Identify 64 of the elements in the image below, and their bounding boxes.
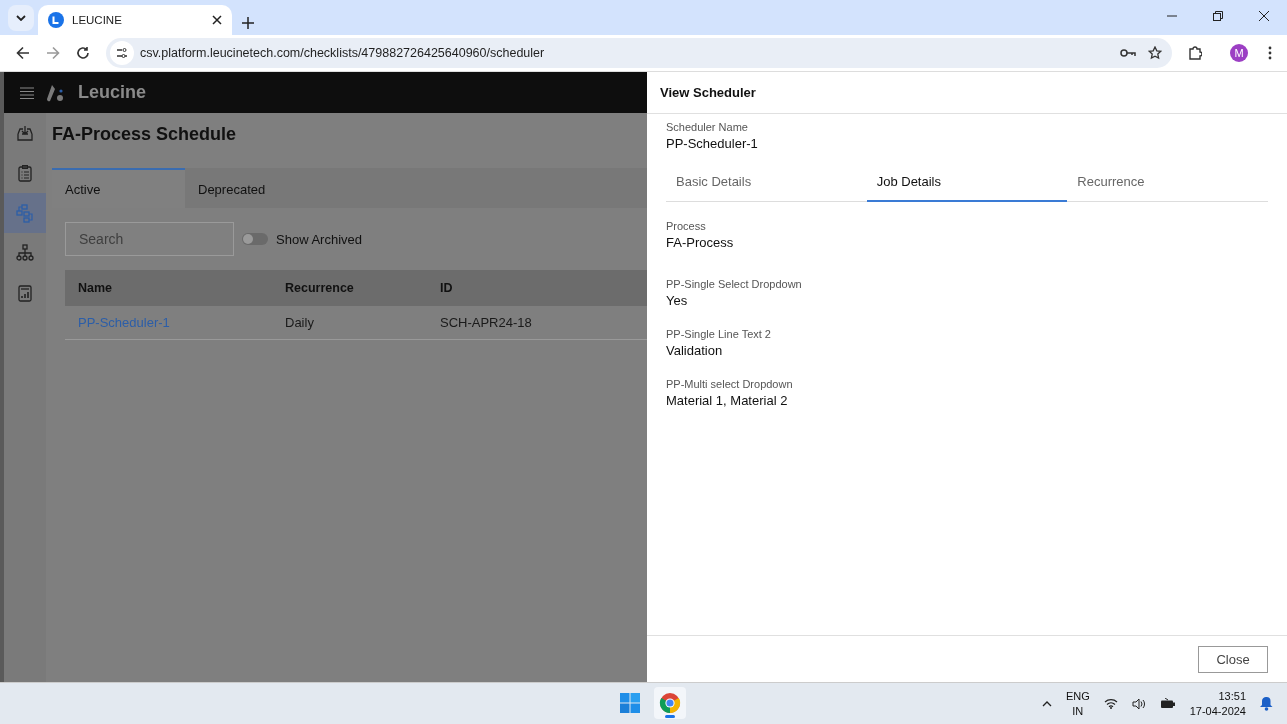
field-value: FA-Process <box>666 235 735 250</box>
drawer-title: View Scheduler <box>647 72 1287 114</box>
tab[interactable]: Recurrence <box>1067 163 1268 202</box>
url-text: csv.platform.leucinetech.com/checklists/479882726425640960/scheduler <box>140 46 546 60</box>
toggle-label: Show Archived <box>276 231 362 247</box>
browser-tab[interactable]: LEUCINE <box>38 5 232 35</box>
field-value: Yes <box>666 293 689 308</box>
new-tab-icon[interactable] <box>242 17 254 29</box>
clock-time[interactable]: 13:51 <box>1218 688 1246 704</box>
inbox-icon <box>16 123 34 143</box>
field-value: Material 1, Material 2 <box>666 393 789 408</box>
windows-start-icon[interactable] <box>620 693 640 713</box>
bell-icon[interactable] <box>1260 696 1273 711</box>
clock-date[interactable]: 17-04-2024 <box>1189 703 1246 719</box>
caret-icon <box>16 15 26 21</box>
field-label: PP-Multi select Dropdown <box>666 378 794 390</box>
reload-icon[interactable] <box>76 46 90 60</box>
tab[interactable]: Job Details <box>866 163 1068 202</box>
site-settings-icon[interactable] <box>116 47 128 59</box>
tab[interactable]: Active <box>52 168 185 208</box>
chrome-browser-icon[interactable] <box>659 692 681 714</box>
field-label: PP-Single Select Dropdown <box>666 278 803 290</box>
field-label: PP-Single Line Text 2 <box>666 328 772 340</box>
tab[interactable]: Basic Details <box>666 163 867 202</box>
language-indicator[interactable]: ENG <box>1065 688 1090 704</box>
wifi-icon[interactable] <box>1103 698 1118 709</box>
key-icon[interactable] <box>1120 48 1136 58</box>
tab-title: LEUCINE <box>72 14 123 26</box>
region-indicator[interactable]: IN <box>1072 703 1084 719</box>
address-bar[interactable]: csv.platform.leucinetech.com/checklists/479882726425640960/scheduler <box>106 38 1172 68</box>
more-options-icon[interactable] <box>1268 46 1272 60</box>
speaker-icon[interactable] <box>1131 697 1146 710</box>
close-window-icon[interactable] <box>1259 11 1269 21</box>
menu-icon[interactable] <box>20 86 34 99</box>
field-value: PP-Scheduler-1 <box>666 136 759 151</box>
field-label: Process <box>666 220 707 232</box>
table-cell: SCH-APR24-18 <box>440 315 532 330</box>
close-icon[interactable] <box>212 15 222 25</box>
close-button[interactable]: Close <box>1198 645 1268 673</box>
back-arrow-icon[interactable] <box>16 46 30 60</box>
page-title: FA-Process Schedule <box>52 124 238 146</box>
toggle-switch[interactable] <box>242 233 268 245</box>
report-icon <box>16 283 34 303</box>
hierarchy-icon <box>16 243 34 263</box>
battery-icon[interactable] <box>1159 698 1176 709</box>
tab-list-button[interactable] <box>8 5 34 31</box>
flow-icon <box>16 203 34 223</box>
forward-arrow-icon[interactable] <box>46 46 60 60</box>
field-label: Scheduler Name <box>666 121 749 133</box>
restore-icon[interactable] <box>1213 11 1223 21</box>
puzzle-piece-icon[interactable] <box>1188 46 1202 60</box>
field-value: Validation <box>666 343 724 358</box>
column-header: Name <box>65 270 272 306</box>
brand-name: Leucine <box>78 82 147 103</box>
tab[interactable]: Deprecated <box>185 168 318 208</box>
column-header: ID <box>427 270 647 306</box>
checklist-icon <box>16 163 34 183</box>
profile-avatar[interactable]: M <box>1230 44 1248 62</box>
star-icon[interactable] <box>1148 46 1162 60</box>
search-field[interactable]: Search <box>65 222 234 256</box>
table-cell: Daily <box>285 315 314 330</box>
column-header: Recurrence <box>272 270 427 306</box>
chevron-up-icon[interactable] <box>1041 700 1052 707</box>
site-logo-icon <box>48 12 64 28</box>
